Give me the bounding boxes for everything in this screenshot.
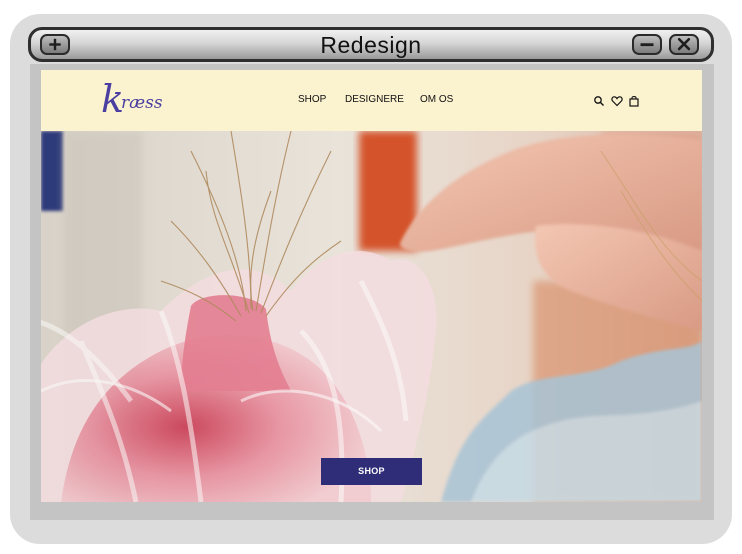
heart-icon[interactable] <box>611 94 623 107</box>
window-titlebar: Redesign <box>28 27 714 62</box>
window-title: Redesign <box>320 32 422 58</box>
nav-shop[interactable]: SHOP <box>298 94 326 105</box>
hero-image: SHOP <box>41 131 702 502</box>
nav-om-os[interactable]: OM OS <box>420 94 453 105</box>
hero-photo-glass-vase <box>41 131 702 502</box>
minimize-icon[interactable] <box>632 34 662 55</box>
site-header: k ræss SHOP DESIGNERE OM OS <box>41 70 702 131</box>
close-icon[interactable] <box>669 34 699 55</box>
hero-shop-button[interactable]: SHOP <box>321 458 422 485</box>
nav-designere[interactable]: DESIGNERE <box>345 94 404 105</box>
website-viewport: k ræss SHOP DESIGNERE OM OS SHOP <box>41 70 702 502</box>
search-icon[interactable] <box>593 94 605 106</box>
bag-icon[interactable] <box>628 94 640 107</box>
